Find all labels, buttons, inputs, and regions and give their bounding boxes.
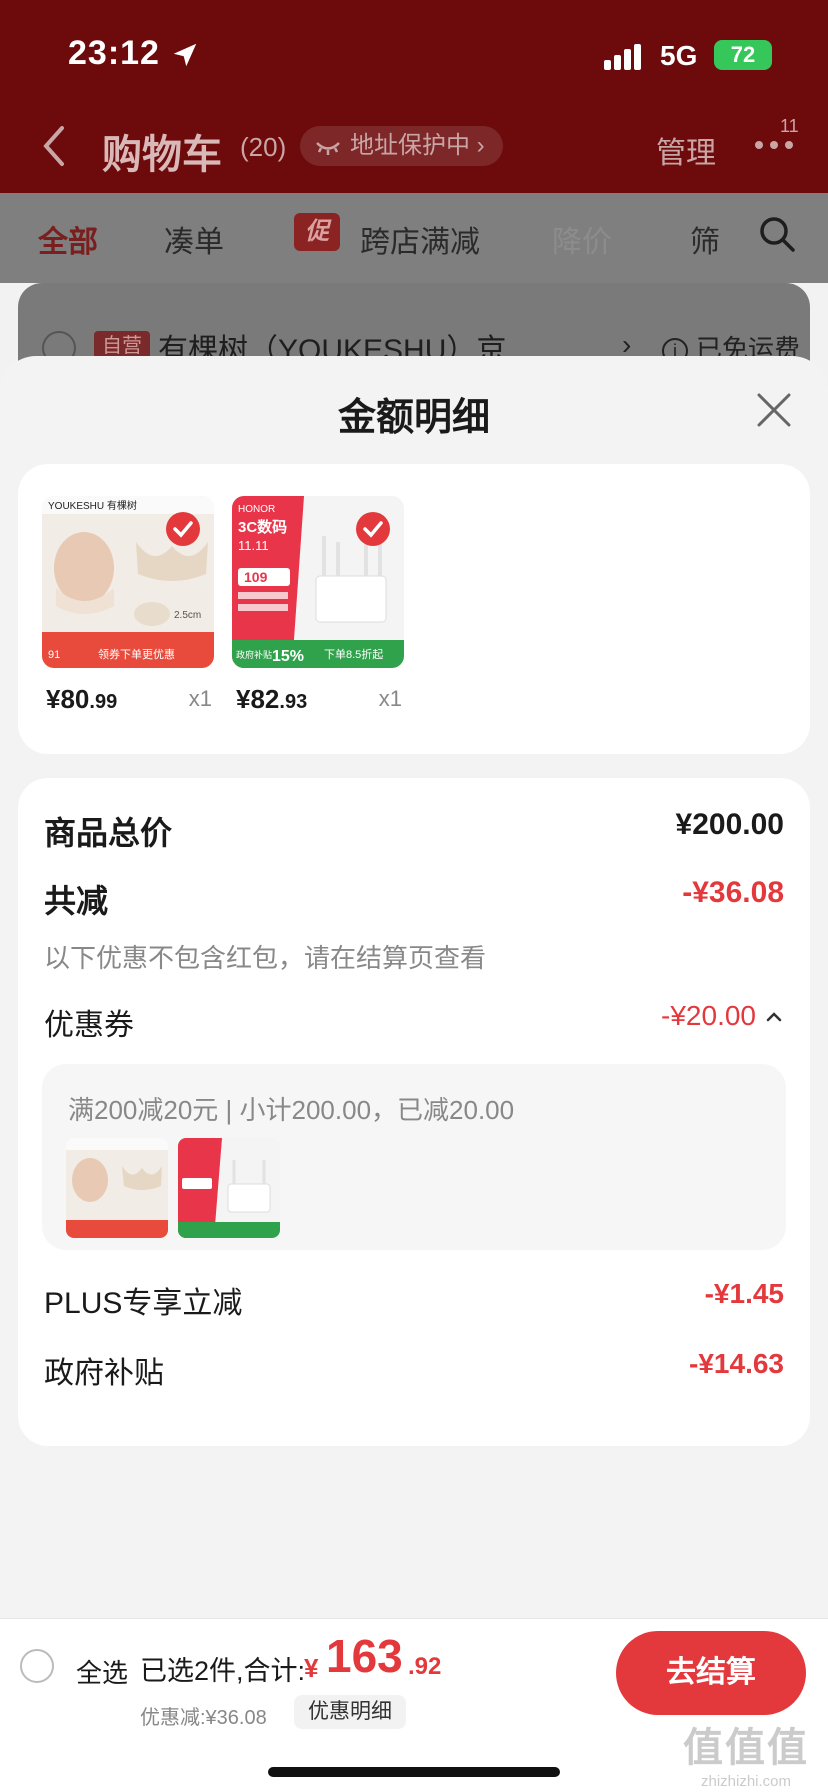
- price-int: ¥80: [46, 684, 90, 714]
- close-icon[interactable]: [756, 392, 792, 428]
- back-icon[interactable]: [40, 124, 70, 168]
- reduction-note: 以下优惠不包含红包，请在结算页查看: [44, 943, 487, 973]
- cart-header: 23:12 5G 72 购物车 (20) 地址保护中 › 管理 11: [0, 0, 828, 193]
- gov-subsidy-value: -¥14.63: [689, 1348, 784, 1379]
- price-dec: .99: [89, 691, 118, 713]
- tab-cross-store[interactable]: 跨店满减: [360, 217, 480, 261]
- router-promo-label: 下单8.5折起: [324, 647, 383, 661]
- router-subsidy-label: 政府补贴: [236, 649, 272, 660]
- address-protection-label: 地址保护中: [350, 132, 470, 159]
- location-arrow-icon: [173, 43, 197, 67]
- reduction-value: -¥36.08: [682, 876, 784, 909]
- select-all-label[interactable]: 全选: [76, 1653, 128, 1690]
- coupon-product-thumbnail: [178, 1138, 280, 1238]
- bra-badge-label: 91: [48, 649, 60, 661]
- product-price: ¥82.93: [236, 684, 307, 715]
- check-icon[interactable]: [166, 512, 200, 546]
- home-indicator[interactable]: [268, 1767, 560, 1777]
- manage-button[interactable]: 管理: [656, 128, 716, 172]
- router-price-label: 109: [244, 569, 268, 585]
- page-title: 购物车: [102, 133, 222, 177]
- filter-tabs: 全部 凑单 促 跨店满减 降价 筛: [0, 193, 828, 283]
- status-bar: 23:12 5G 72: [0, 0, 828, 100]
- checkout-bar: 全选 已选2件,合计: ¥ 163 .92 优惠减:¥36.08 优惠明细 去结…: [0, 1618, 828, 1792]
- router-brand-label: HONOR: [238, 504, 275, 515]
- cart-count: (20): [240, 132, 287, 162]
- coupon-product-thumbnail: [66, 1138, 168, 1238]
- chevron-up-icon[interactable]: [766, 1012, 782, 1022]
- router-date-label: 11.11: [238, 538, 269, 553]
- search-icon[interactable]: [758, 215, 796, 253]
- tab-price-drop[interactable]: 降价: [552, 217, 612, 261]
- signal-icon: [604, 44, 641, 70]
- more-badge: 11: [780, 116, 799, 136]
- battery-indicator: 72: [714, 40, 772, 70]
- total-amount-dec: .92: [408, 1653, 442, 1680]
- plus-discount-label: PLUS专享立减: [44, 1287, 243, 1320]
- coupon-value[interactable]: -¥20.00: [661, 1000, 756, 1032]
- product-item[interactable]: YOUKESHU 有棵树 2.5cm 91 领券下单更优惠 ¥80.99 x1: [42, 496, 214, 714]
- reduction-label: 共减: [44, 883, 109, 919]
- gov-subsidy-label: 政府补贴: [44, 1357, 164, 1390]
- product-thumbnail: HONOR 3C数码 11.11 109 政府补贴 15% 下单8.5折起: [232, 496, 404, 668]
- product-qty: x1: [378, 686, 402, 711]
- tab-filter[interactable]: 筛: [690, 217, 720, 261]
- coupon-label: 优惠券: [44, 1009, 134, 1042]
- router-title-label: 3C数码: [238, 518, 287, 536]
- plus-discount-value: -¥1.45: [704, 1278, 784, 1309]
- total-currency: ¥: [304, 1653, 319, 1683]
- checkout-button[interactable]: 去结算: [616, 1631, 806, 1715]
- product-thumbnail: YOUKESHU 有棵树 2.5cm 91 领券下单更优惠: [42, 496, 214, 668]
- select-all-radio[interactable]: [20, 1649, 54, 1683]
- more-icon[interactable]: [754, 140, 794, 150]
- bra-banner-label: 领券下单更优惠: [98, 647, 175, 661]
- watermark-url: zhizhizhi.com: [700, 1773, 792, 1790]
- product-qty: x1: [188, 686, 212, 711]
- selection-summary: 已选2件,合计:: [140, 1656, 306, 1686]
- total-amount-int: 163: [326, 1630, 403, 1682]
- product-item[interactable]: HONOR 3C数码 11.11 109 政府补贴 15% 下单8.5折起 ¥8…: [232, 496, 404, 714]
- discount-detail-button[interactable]: 优惠明细: [294, 1695, 406, 1729]
- coupon-detail-box: 满200减20元 | 小计200.00，已减20.00: [42, 1064, 786, 1250]
- price-breakdown-card: 商品总价 ¥200.00 共减 -¥36.08 以下优惠不包含红包，请在结算页查…: [18, 778, 810, 1446]
- address-protection-chevron: ›: [476, 132, 485, 159]
- discount-summary: 优惠减:¥36.08: [140, 1707, 267, 1729]
- amount-detail-sheet: 金额明细 YOUKESHU 有棵树 2.5cm 91 领券下单更优惠 ¥80.9…: [0, 356, 828, 1618]
- network-type: 5G: [660, 40, 698, 71]
- watermark: 值值值 zhizhizhi.com: [676, 1715, 816, 1790]
- check-icon[interactable]: [356, 512, 390, 546]
- eye-closed-icon: [316, 142, 340, 155]
- product-price: ¥80.99: [46, 684, 117, 715]
- price-dec: .93: [279, 691, 308, 713]
- coupon-detail-text: 满200减20元 | 小计200.00，已减20.00: [68, 1095, 515, 1125]
- watermark-logo: 值值值: [683, 1726, 809, 1770]
- status-time: 23:12: [68, 34, 160, 72]
- sheet-title: 金额明细: [337, 397, 490, 439]
- product-brand-label: YOUKESHU 有棵树: [48, 499, 137, 512]
- router-pct-label: 15%: [272, 648, 304, 665]
- bra-size-label: 2.5cm: [174, 610, 201, 621]
- total-price-value: ¥200.00: [675, 808, 784, 841]
- selected-products-card: YOUKESHU 有棵树 2.5cm 91 领券下单更优惠 ¥80.99 x1: [18, 464, 810, 754]
- price-int: ¥82: [236, 684, 280, 714]
- tab-bundle[interactable]: 凑单: [164, 217, 224, 261]
- promo-tag: 促: [294, 213, 340, 251]
- tab-all[interactable]: 全部: [38, 217, 98, 261]
- total-price-label: 商品总价: [44, 815, 173, 851]
- address-protection-pill[interactable]: 地址保护中 ›: [300, 126, 503, 166]
